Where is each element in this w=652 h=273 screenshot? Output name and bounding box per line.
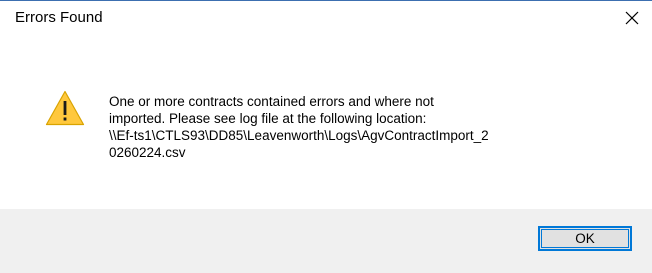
- close-button[interactable]: [612, 1, 652, 34]
- title-bar[interactable]: Errors Found: [0, 1, 652, 34]
- dialog-title: Errors Found: [15, 9, 103, 26]
- warning-icon: [45, 90, 85, 126]
- message-area: One or more contracts contained errors a…: [0, 34, 652, 209]
- error-dialog: Errors Found One or more contracts conta…: [0, 0, 652, 273]
- close-icon: [625, 11, 639, 24]
- button-bar: OK: [0, 209, 652, 273]
- ok-button[interactable]: OK: [538, 226, 632, 251]
- error-message: One or more contracts contained errors a…: [109, 94, 489, 160]
